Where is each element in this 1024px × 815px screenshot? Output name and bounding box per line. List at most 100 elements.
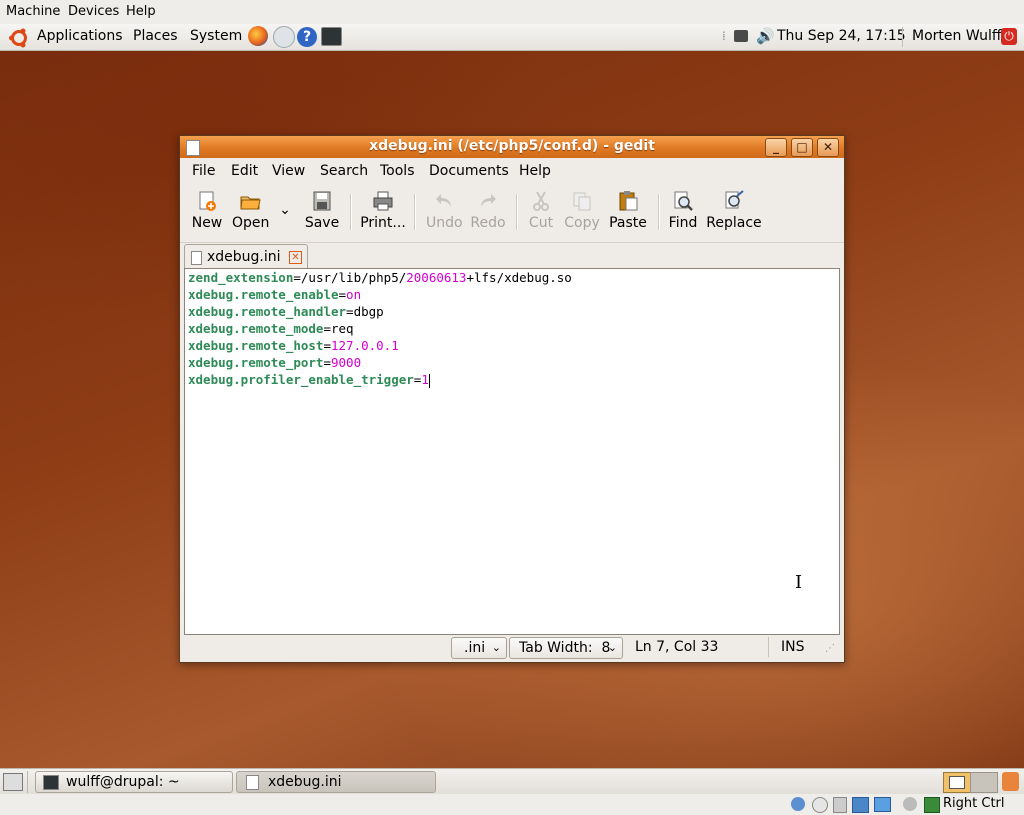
copy-button[interactable]: Copy — [564, 190, 600, 231]
panel-handle: ⁞ — [722, 29, 726, 43]
volume-icon[interactable]: 🔊 — [756, 27, 775, 45]
undo-icon — [436, 194, 451, 207]
ini-value: req — [331, 321, 354, 336]
new-document-icon — [199, 191, 216, 211]
chevron-down-icon: ⌄ — [279, 202, 291, 218]
chevron-down-icon: ⌄ — [491, 641, 501, 654]
host-menu-devices[interactable]: Devices — [68, 4, 119, 19]
text-editor[interactable]: zend_extension=/usr/lib/php5/20060613+lf… — [184, 268, 840, 635]
ini-key: xdebug.remote_mode — [188, 321, 324, 336]
system-menu[interactable]: System — [190, 28, 242, 44]
host-key-label: Right Ctrl — [943, 796, 1005, 811]
replace-button[interactable]: Replace — [706, 190, 762, 231]
host-menubar: Machine Devices Help — [0, 0, 1024, 25]
taskbar-gedit[interactable]: xdebug.ini (/etc/php5/c... — [236, 771, 436, 810]
ini-key: xdebug.remote_handler — [188, 304, 347, 319]
new-label: New — [191, 215, 223, 231]
gedit-window: xdebug.ini (/etc/php5/conf.d) - gedit _ … — [179, 135, 845, 663]
clock[interactable]: Thu Sep 24, 17:15 — [777, 28, 906, 44]
editor-line[interactable]: xdebug.remote_handler=dbgp — [188, 303, 384, 320]
menu-edit[interactable]: Edit — [231, 163, 258, 179]
chevron-down-icon: ⌄ — [607, 641, 617, 654]
taskbar-terminal[interactable]: wulff@drupal: ~ — [35, 771, 233, 793]
ini-value: /usr/lib/php5/ — [300, 270, 407, 285]
title-bar[interactable]: xdebug.ini (/etc/php5/conf.d) - gedit _ … — [180, 136, 844, 158]
ini-key: xdebug.profiler_enable_trigger — [188, 372, 414, 387]
recent-files-dropdown[interactable]: ⌄ — [278, 202, 292, 218]
help-icon[interactable]: ? — [297, 27, 317, 47]
show-desktop-icon[interactable] — [3, 773, 23, 791]
tab-label: xdebug.ini — [207, 249, 281, 265]
resize-grip[interactable]: ⋰ — [825, 643, 835, 654]
undo-label: Undo — [426, 215, 463, 231]
mouse-integration-icon[interactable] — [903, 797, 917, 811]
ini-key: xdebug.remote_port — [188, 355, 324, 370]
ini-equals: = — [338, 287, 347, 302]
terminal-launcher-icon[interactable] — [321, 27, 342, 46]
redo-button[interactable]: Redo — [470, 190, 506, 231]
tab-width-value: Tab Width: 8 — [519, 640, 611, 656]
copy-icon — [573, 192, 591, 211]
floppy-icon[interactable] — [833, 797, 847, 813]
ubuntu-logo-icon[interactable] — [8, 27, 30, 49]
open-label: Open — [232, 215, 270, 231]
host-menu-machine[interactable]: Machine — [6, 4, 60, 19]
editor-line[interactable]: xdebug.remote_port=9000 — [188, 354, 361, 371]
network-icon[interactable] — [734, 30, 748, 42]
host-status-bar: Right Ctrl — [0, 794, 1024, 815]
toolbar: New Open ⌄ Save Print... Undo Redo Cut C… — [180, 184, 844, 243]
menu-search[interactable]: Search — [320, 163, 368, 179]
insert-mode: INS — [781, 639, 805, 655]
menu-file[interactable]: File — [192, 163, 215, 179]
bottom-panel: wulff@drupal: ~ xdebug.ini (/etc/php5/c.… — [0, 768, 1024, 810]
ini-number-value: 1 — [421, 372, 429, 387]
toolbar-separator — [350, 194, 352, 230]
host-menu-help[interactable]: Help — [126, 4, 156, 19]
tab-xdebug-ini[interactable]: xdebug.ini ✕ — [184, 244, 308, 271]
workspace-1[interactable] — [943, 772, 971, 793]
close-button[interactable]: ✕ — [817, 138, 839, 157]
copy-label: Copy — [564, 215, 600, 231]
menu-tools[interactable]: Tools — [380, 163, 415, 179]
trash-icon[interactable] — [1002, 772, 1019, 791]
toolbar-separator — [414, 194, 416, 230]
places-menu[interactable]: Places — [133, 28, 178, 44]
editor-line[interactable]: xdebug.remote_mode=req — [188, 320, 354, 337]
applications-menu[interactable]: Applications — [37, 28, 123, 44]
menu-documents[interactable]: Documents — [429, 163, 509, 179]
shared-folders-icon[interactable] — [874, 797, 891, 812]
tab-close-icon[interactable]: ✕ — [289, 251, 302, 264]
ini-key: xdebug.remote_enable — [188, 287, 339, 302]
ini-equals: = — [323, 355, 331, 370]
menu-view[interactable]: View — [272, 163, 305, 179]
cut-button[interactable]: Cut — [526, 190, 556, 231]
language-selector[interactable]: .ini ⌄ — [451, 637, 507, 659]
editor-line[interactable]: xdebug.remote_enable=on — [188, 286, 361, 303]
editor-line[interactable]: xdebug.profiler_enable_trigger=1 — [188, 371, 430, 388]
menu-help[interactable]: Help — [519, 163, 551, 179]
network-adapter-icon[interactable] — [852, 797, 869, 813]
maximize-button[interactable]: □ — [791, 138, 813, 157]
cd-icon[interactable] — [812, 797, 828, 813]
workspace-2[interactable] — [970, 772, 998, 793]
shutdown-icon[interactable]: ⏻ — [1001, 28, 1017, 45]
replace-label: Replace — [706, 215, 762, 231]
mail-icon[interactable] — [273, 26, 295, 48]
keyboard-capture-icon[interactable] — [924, 797, 940, 813]
editor-line[interactable]: xdebug.remote_host=127.0.0.1 — [188, 337, 399, 354]
minimize-button[interactable]: _ — [765, 138, 787, 157]
find-button[interactable]: Find — [668, 190, 698, 231]
open-button[interactable]: Open — [232, 190, 270, 231]
print-button[interactable]: Print... — [360, 190, 406, 231]
tab-width-selector[interactable]: Tab Width: 8 ⌄ — [509, 637, 623, 659]
tab-bar: xdebug.ini ✕ — [180, 242, 844, 271]
undo-button[interactable]: Undo — [426, 190, 463, 231]
find-label: Find — [668, 215, 698, 231]
user-name[interactable]: Morten Wulff — [912, 28, 1002, 44]
hard-disk-icon[interactable] — [791, 797, 805, 811]
firefox-icon[interactable] — [248, 26, 268, 46]
save-button[interactable]: Save — [304, 190, 340, 231]
paste-button[interactable]: Paste — [608, 190, 648, 231]
editor-line[interactable]: zend_extension=/usr/lib/php5/20060613+lf… — [188, 269, 572, 286]
new-button[interactable]: New — [190, 190, 224, 231]
